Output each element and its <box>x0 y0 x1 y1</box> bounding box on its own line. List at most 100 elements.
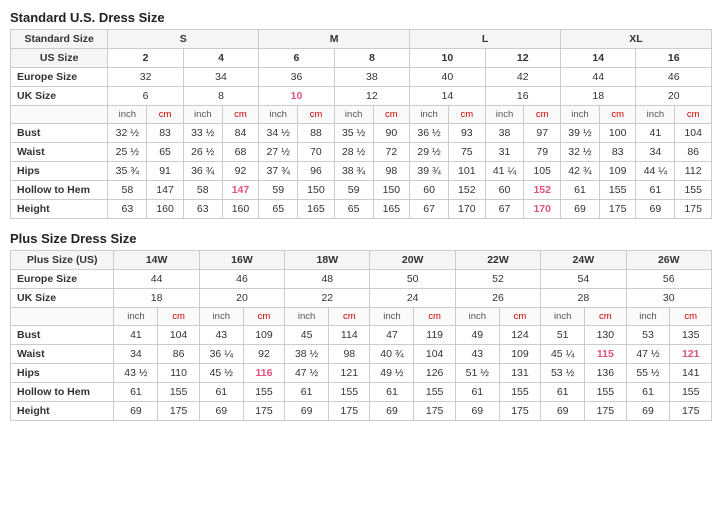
plus-hollow-61c-inch: 61 <box>285 383 329 402</box>
plus-unit-inch-3: inch <box>285 308 329 326</box>
europe-36: 36 <box>259 68 334 87</box>
plus-waist-43-cm: 109 <box>499 345 540 364</box>
height-63a-cm: 160 <box>147 200 184 219</box>
plus-europe-label: Europe Size <box>11 270 114 289</box>
uk-18: 18 <box>560 87 635 106</box>
europe-size-label: Europe Size <box>11 68 108 87</box>
europe-38: 38 <box>334 68 409 87</box>
plus-europe-46: 46 <box>199 270 284 289</box>
plus-unit-inch-7: inch <box>626 308 670 326</box>
plus-unit-inch-2: inch <box>199 308 243 326</box>
plus-unit-empty <box>11 308 114 326</box>
bust-38-cm: 97 <box>524 124 561 143</box>
unit-cm-8: cm <box>675 106 712 124</box>
hollow-60b-inch: 60 <box>485 181 524 200</box>
plus-uk-label: UK Size <box>11 289 114 308</box>
europe-34: 34 <box>183 68 258 87</box>
waist-32.5-inch: 32 ½ <box>560 143 599 162</box>
plus-hips-label: Hips <box>11 364 114 383</box>
group-m: M <box>259 30 410 49</box>
plus-hollow-61f-inch: 61 <box>541 383 585 402</box>
plus-hollow-61b-cm: 155 <box>243 383 284 402</box>
height-label: Height <box>11 200 108 219</box>
plus-height-69f-cm: 175 <box>585 402 626 421</box>
europe-42: 42 <box>485 68 560 87</box>
plus-hips-51.5-cm: 131 <box>499 364 540 383</box>
plus-hollow-61e-inch: 61 <box>455 383 499 402</box>
plus-waist-34-cm: 86 <box>158 345 199 364</box>
plus-18w: 18W <box>285 251 370 270</box>
plus-height-69e-cm: 175 <box>499 402 540 421</box>
uk-16: 16 <box>485 87 560 106</box>
bust-35.5-cm: 90 <box>373 124 410 143</box>
europe-44: 44 <box>560 68 635 87</box>
plus-uk-24: 24 <box>370 289 455 308</box>
plus-height-69c-inch: 69 <box>285 402 329 421</box>
plus-uk-18: 18 <box>114 289 199 308</box>
europe-32: 32 <box>108 68 183 87</box>
us-2: 2 <box>108 49 183 68</box>
plus-europe-48: 48 <box>285 270 370 289</box>
us-14: 14 <box>560 49 635 68</box>
plus-unit-cm-3: cm <box>329 308 370 326</box>
us-12: 12 <box>485 49 560 68</box>
bust-34.5-inch: 34 ½ <box>259 124 298 143</box>
hollow-61a-cm: 155 <box>599 181 636 200</box>
plus-hollow-61d-cm: 155 <box>414 383 455 402</box>
plus-unit-inch-6: inch <box>541 308 585 326</box>
bust-33.5-inch: 33 ½ <box>183 124 222 143</box>
hollow-60b-cm: 152 <box>524 181 561 200</box>
height-67b-cm: 170 <box>524 200 561 219</box>
plus-bust-43-inch: 43 <box>199 326 243 345</box>
plus-height-69g-inch: 69 <box>626 402 670 421</box>
bust-label: Bust <box>11 124 108 143</box>
plus-bust-53-cm: 135 <box>670 326 712 345</box>
hollow-59a-inch: 59 <box>259 181 298 200</box>
bust-35.5-inch: 35 ½ <box>334 124 373 143</box>
plus-unit-cm-5: cm <box>499 308 540 326</box>
hollow-58b-cm: 147 <box>222 181 259 200</box>
unit-inch-6: inch <box>485 106 524 124</box>
hips-38.75-inch: 38 ¾ <box>334 162 373 181</box>
standard-table: Standard Size S M L XL US Size 2 4 6 8 1… <box>10 29 712 219</box>
plus-waist-45.25-inch: 45 ¼ <box>541 345 585 364</box>
hollow-58a-inch: 58 <box>108 181 147 200</box>
plus-bust-51-inch: 51 <box>541 326 585 345</box>
plus-waist-43-inch: 43 <box>455 345 499 364</box>
height-67a-inch: 67 <box>410 200 449 219</box>
unit-inch-2: inch <box>183 106 222 124</box>
plus-hollow-61g-cm: 155 <box>670 383 712 402</box>
bust-39.5-inch: 39 ½ <box>560 124 599 143</box>
plus-hips-51.5-inch: 51 ½ <box>455 364 499 383</box>
plus-hollow-61g-inch: 61 <box>626 383 670 402</box>
plus-hollow-label: Hollow to Hem <box>11 383 114 402</box>
hollow-61b-cm: 155 <box>675 181 712 200</box>
unit-cm-3: cm <box>298 106 335 124</box>
plus-europe-56: 56 <box>626 270 711 289</box>
unit-cm-1: cm <box>147 106 184 124</box>
waist-34-inch: 34 <box>636 143 675 162</box>
waist-26.5-cm: 68 <box>222 143 259 162</box>
hips-label: Hips <box>11 162 108 181</box>
height-65a-inch: 65 <box>259 200 298 219</box>
bust-39.5-cm: 100 <box>599 124 636 143</box>
plus-waist-47.5-cm: 121 <box>670 345 712 364</box>
waist-label: Waist <box>11 143 108 162</box>
unit-cm-5: cm <box>449 106 486 124</box>
height-69a-cm: 175 <box>599 200 636 219</box>
plus-hips-55.5-inch: 55 ½ <box>626 364 670 383</box>
uk-12: 12 <box>334 87 409 106</box>
us-8: 8 <box>334 49 409 68</box>
hips-37.75-inch: 37 ¾ <box>259 162 298 181</box>
height-69a-inch: 69 <box>560 200 599 219</box>
waist-32.5-cm: 83 <box>599 143 636 162</box>
bust-41-cm: 104 <box>675 124 712 143</box>
uk-10: 10 <box>259 87 334 106</box>
plus-24w: 24W <box>541 251 626 270</box>
hips-35.75-inch: 35 ¾ <box>108 162 147 181</box>
us-6: 6 <box>259 49 334 68</box>
hips-42.75-cm: 109 <box>599 162 636 181</box>
plus-waist-36.25-inch: 36 ¼ <box>199 345 243 364</box>
plus-hollow-61b-inch: 61 <box>199 383 243 402</box>
waist-28.5-inch: 28 ½ <box>334 143 373 162</box>
